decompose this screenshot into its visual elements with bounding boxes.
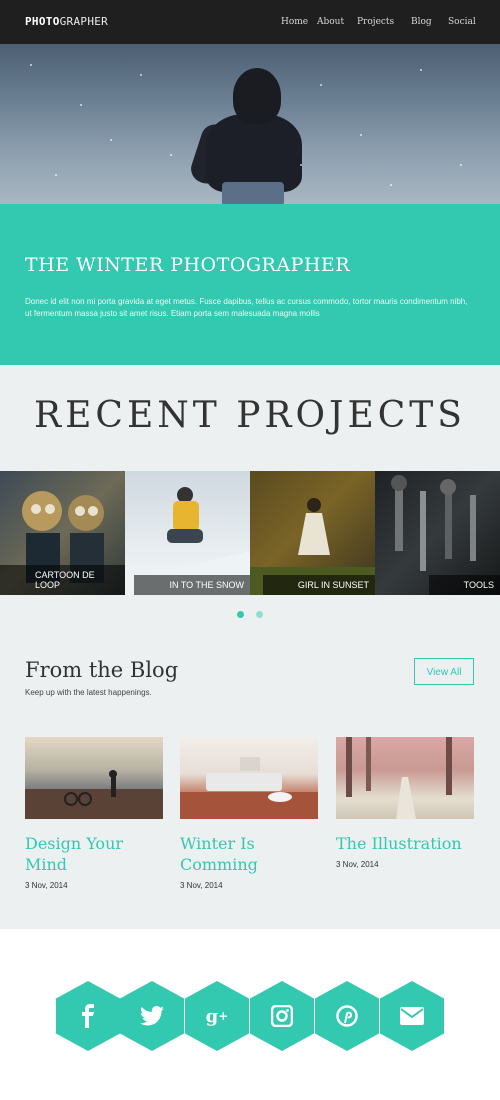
nav-link-about[interactable]: About — [317, 17, 344, 27]
blog-post-date: 3 Nov, 2014 — [180, 881, 223, 890]
blog-section: From the Blog Keep up with the latest ha… — [0, 629, 500, 929]
snowflake — [170, 154, 172, 156]
pinterest-button[interactable] — [315, 981, 379, 1051]
projects-carousel: CARTOON DE LOOP IN TO THE SNOW GIRL IN S… — [0, 471, 500, 595]
project-caption: GIRL IN SUNSET — [262, 575, 375, 595]
blog-post-card[interactable]: Design Your Mind 3 Nov, 2014 — [25, 737, 163, 890]
blog-post-card[interactable]: The Illustration 3 Nov, 2014 — [336, 737, 474, 869]
instagram-button[interactable] — [250, 981, 314, 1051]
hero-person-head — [233, 68, 281, 124]
blog-heading: From the Blog — [25, 658, 179, 682]
carousel-dot[interactable] — [256, 611, 264, 618]
project-tile[interactable]: GIRL IN SUNSET — [250, 471, 375, 595]
project-tile[interactable]: IN TO THE SNOW — [125, 471, 250, 595]
project-caption: CARTOON DE LOOP — [0, 565, 125, 595]
blog-post-title[interactable]: Winter Is Comming — [180, 833, 318, 875]
blog-post-image[interactable] — [25, 737, 163, 819]
snowflake — [300, 164, 302, 166]
carousel-dot-active[interactable] — [236, 611, 244, 618]
google-plus-icon: g + — [205, 1005, 229, 1027]
google-plus-button[interactable]: g + — [185, 981, 249, 1051]
email-button[interactable] — [380, 981, 444, 1051]
logo-bold-text: PHOTO — [25, 15, 60, 28]
blog-post-date: 3 Nov, 2014 — [336, 860, 379, 869]
pinterest-icon — [315, 981, 379, 1051]
banner-title: THE WINTER PHOTOGRAPHER — [25, 254, 351, 276]
facebook-button[interactable] — [56, 981, 120, 1051]
snowflake — [55, 174, 57, 176]
snowflake — [390, 184, 392, 186]
snowflake — [30, 64, 32, 66]
banner-text: Donec id elit non mi porta gravida at eg… — [25, 297, 468, 318]
facebook-icon — [56, 981, 120, 1051]
instagram-icon — [250, 981, 314, 1051]
blog-post-title[interactable]: The Illustration — [336, 833, 474, 854]
blog-post-image[interactable] — [180, 737, 318, 819]
hero-person-body — [206, 114, 302, 192]
projects-heading: RECENT PROJECTS — [34, 395, 466, 436]
beach-bike-image — [25, 770, 163, 819]
intro-banner: THE WINTER PHOTOGRAPHER Donec id elit no… — [0, 204, 500, 365]
recent-projects-section: RECENT PROJECTS CARTOON DE LOOP IN TO TH… — [0, 365, 500, 629]
carousel-dots — [0, 605, 500, 623]
logo-rest-text: GRAPHER — [59, 15, 109, 28]
mail-icon — [380, 981, 444, 1051]
project-tile[interactable]: TOOLS — [375, 471, 500, 595]
blog-post-image[interactable] — [336, 737, 474, 819]
snowflake — [110, 139, 112, 141]
snowflake — [460, 164, 462, 166]
project-caption: TOOLS — [428, 575, 500, 595]
hero-image — [0, 44, 500, 204]
blog-post-title[interactable]: Design Your Mind — [25, 833, 163, 875]
blog-post-card[interactable]: Winter Is Comming 3 Nov, 2014 — [180, 737, 318, 890]
snowflake — [80, 104, 82, 106]
project-tile[interactable]: CARTOON DE LOOP — [0, 471, 125, 595]
hero-person-legs — [222, 182, 284, 204]
nav-link-home[interactable]: Home — [281, 17, 308, 27]
project-caption: IN TO THE SNOW — [134, 575, 250, 595]
blog-subtitle: Keep up with the latest happenings. — [25, 688, 152, 697]
snowflake — [360, 134, 362, 136]
nav-link-blog[interactable]: Blog — [411, 17, 432, 27]
desk-mouse-image — [180, 757, 318, 819]
top-navbar: PHOTOGRAPHER Home About Projects Blog So… — [0, 0, 500, 44]
forest-road-image — [346, 737, 452, 819]
twitter-icon — [120, 981, 184, 1051]
site-logo[interactable]: PHOTOGRAPHER — [25, 15, 108, 28]
view-all-button[interactable]: View All — [414, 658, 474, 685]
snowflake — [420, 69, 422, 71]
snowflake — [140, 74, 142, 76]
blog-post-date: 3 Nov, 2014 — [25, 881, 68, 890]
nav-link-projects[interactable]: Projects — [357, 17, 394, 27]
nav-link-social[interactable]: Social — [448, 17, 476, 27]
twitter-button[interactable] — [120, 981, 184, 1051]
snowflake — [320, 84, 322, 86]
social-section: g + — [0, 929, 500, 1100]
